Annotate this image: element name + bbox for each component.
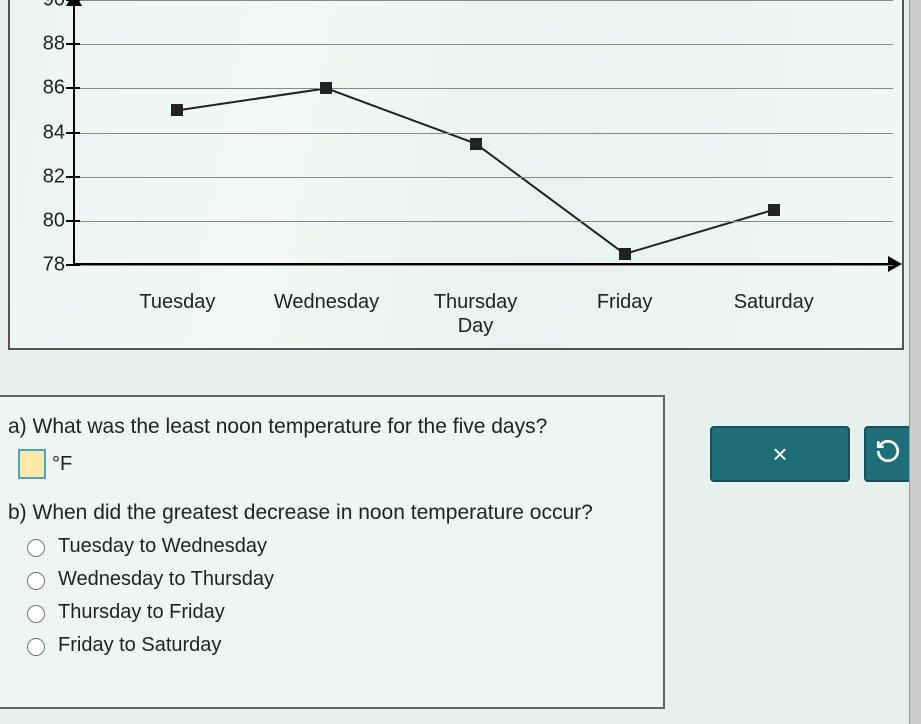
radio-label: Friday to Saturday xyxy=(58,634,221,657)
close-icon: × xyxy=(772,439,787,470)
data-point xyxy=(470,138,482,150)
y-tick xyxy=(66,176,80,178)
y-tick-label: 90 xyxy=(25,0,65,12)
data-point xyxy=(619,248,631,260)
x-tick-label: Thursday Day xyxy=(434,290,517,338)
y-tick-label: 86 xyxy=(25,77,65,100)
y-tick xyxy=(66,0,80,1)
radio-input[interactable] xyxy=(27,638,45,656)
gridline xyxy=(73,88,893,89)
chart-container: 78 80 82 84 86 88 90 Tuesday Wednesday Thursday D… xyxy=(8,0,904,350)
y-tick xyxy=(66,43,80,45)
question-b-prompt: b) When did the greatest decrease in noo… xyxy=(8,501,649,525)
radio-label: Tuesday to Wednesday xyxy=(58,535,267,558)
gridline xyxy=(73,221,893,222)
y-tick-label: 82 xyxy=(25,165,65,188)
gridline xyxy=(73,265,893,266)
answer-a-input[interactable] xyxy=(18,449,46,479)
gridline xyxy=(73,44,893,45)
plot-area xyxy=(73,0,893,265)
data-point xyxy=(171,104,183,116)
radio-label: Wednesday to Thursday xyxy=(58,568,274,591)
refresh-icon xyxy=(875,438,901,471)
unit-label: °F xyxy=(52,453,72,476)
x-tick-label: Saturday xyxy=(734,290,814,314)
gridline xyxy=(73,133,893,134)
question-a-input-row: °F xyxy=(18,449,649,479)
y-tick-label: 84 xyxy=(25,121,65,144)
radio-option[interactable]: Thursday to Friday xyxy=(22,601,649,624)
y-tick-label: 80 xyxy=(25,209,65,232)
scrollbar[interactable] xyxy=(909,0,921,724)
x-tick-label: Tuesday xyxy=(139,290,215,314)
secondary-button[interactable] xyxy=(864,426,912,482)
y-tick-label: 78 xyxy=(25,254,65,277)
close-button[interactable]: × xyxy=(710,426,850,482)
data-point xyxy=(768,204,780,216)
radio-input[interactable] xyxy=(27,539,45,557)
y-tick xyxy=(66,132,80,134)
radio-input[interactable] xyxy=(27,605,45,623)
radio-option[interactable]: Wednesday to Thursday xyxy=(22,568,649,591)
y-tick xyxy=(66,220,80,222)
y-tick-label: 88 xyxy=(25,33,65,56)
gridline xyxy=(73,0,893,1)
data-point xyxy=(320,82,332,94)
gridline xyxy=(73,177,893,178)
x-tick-label: Wednesday xyxy=(274,290,379,314)
question-a-prompt: a) What was the least noon temperature f… xyxy=(8,415,649,439)
radio-option[interactable]: Friday to Saturday xyxy=(22,634,649,657)
x-tick-label: Friday xyxy=(597,290,653,314)
radio-input[interactable] xyxy=(27,572,45,590)
question-panel: a) What was the least noon temperature f… xyxy=(0,395,665,709)
y-tick xyxy=(66,87,80,89)
radio-option[interactable]: Tuesday to Wednesday xyxy=(22,535,649,558)
radio-label: Thursday to Friday xyxy=(58,601,225,624)
y-tick xyxy=(66,264,80,266)
action-buttons: × xyxy=(710,426,912,482)
